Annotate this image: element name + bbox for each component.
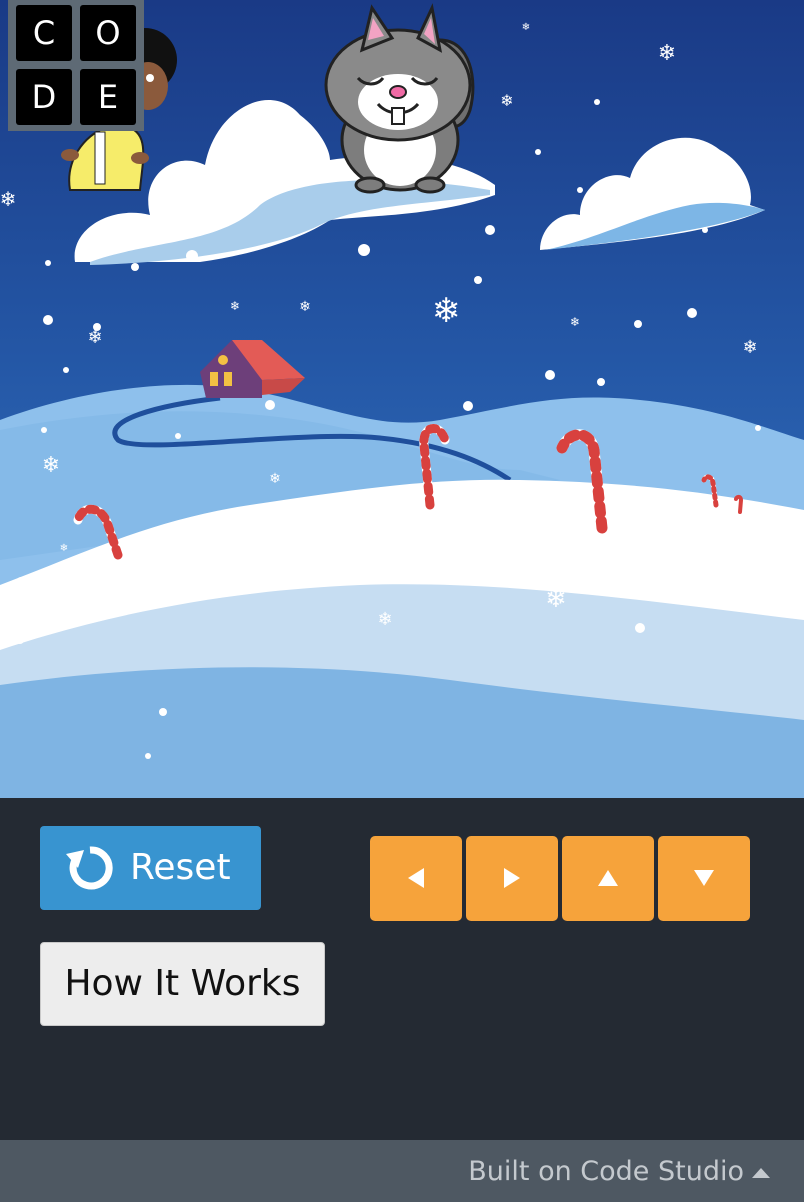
svg-text:❄: ❄ <box>522 22 530 33</box>
built-on-code-studio-link[interactable]: Built on Code Studio <box>468 1156 744 1188</box>
svg-text:❄: ❄ <box>269 471 281 487</box>
reset-label: Reset <box>130 847 231 888</box>
reset-icon <box>66 846 113 890</box>
game-stage: ❄ ❄ ❄ ❄ ❄ ❄ ❄ ❄ ❄ ❄ ❄ ❄ ❄ ❄ ❄ C O D E <box>0 0 804 798</box>
logo-letter-d: D <box>16 69 72 125</box>
how-it-works-button[interactable]: How It Works <box>40 942 325 1026</box>
svg-text:❄: ❄ <box>0 187 16 211</box>
svg-text:❄: ❄ <box>545 584 567 614</box>
down-arrow-icon <box>694 870 714 886</box>
right-arrow-button[interactable] <box>466 836 558 921</box>
svg-text:❄: ❄ <box>87 327 102 348</box>
code-org-logo[interactable]: C O D E <box>8 0 144 131</box>
logo-letter-c: C <box>16 5 72 61</box>
svg-text:❄: ❄ <box>377 609 392 630</box>
down-arrow-button[interactable] <box>658 836 750 921</box>
svg-text:❄: ❄ <box>42 453 60 478</box>
controls-panel: Reset How It Works <box>0 798 804 1140</box>
caret-up-icon[interactable] <box>752 1168 770 1178</box>
reset-button[interactable]: Reset <box>40 826 261 910</box>
svg-text:❄: ❄ <box>500 91 513 110</box>
up-arrow-button[interactable] <box>562 836 654 921</box>
up-arrow-icon <box>598 870 618 886</box>
left-arrow-icon <box>408 868 424 888</box>
svg-text:❄: ❄ <box>658 41 676 66</box>
left-arrow-button[interactable] <box>370 836 462 921</box>
svg-text:❄: ❄ <box>230 299 240 313</box>
svg-text:❄: ❄ <box>299 299 311 315</box>
logo-letter-e: E <box>80 69 136 125</box>
right-arrow-icon <box>504 868 520 888</box>
svg-text:❄: ❄ <box>570 315 580 329</box>
svg-text:❄: ❄ <box>742 337 757 358</box>
footer-bar: Built on Code Studio <box>0 1140 804 1202</box>
logo-letter-o: O <box>80 5 136 61</box>
svg-text:❄: ❄ <box>432 291 461 331</box>
svg-text:❄: ❄ <box>60 543 68 554</box>
